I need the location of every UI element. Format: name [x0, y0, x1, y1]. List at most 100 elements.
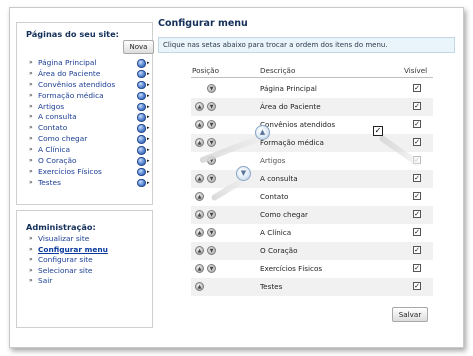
visible-checkbox[interactable]: ✓	[413, 192, 421, 200]
table-row: ▲ ▼ A Clínica ✓	[191, 224, 433, 242]
move-up-icon[interactable]: ▲	[195, 120, 204, 129]
admin-link[interactable]: Configurar site	[38, 255, 93, 266]
menu-arrow-icon[interactable]: ▸	[147, 145, 150, 156]
new-page-button[interactable]: Nova	[123, 40, 154, 54]
menu-arrow-icon[interactable]: ▸	[147, 91, 150, 102]
visible-checkbox[interactable]: ✓	[413, 210, 421, 218]
visible-checkbox[interactable]: ✓	[413, 246, 421, 254]
page-list-item[interactable]: » Formação médica ▸	[29, 91, 150, 102]
page-link[interactable]: Contato	[38, 123, 67, 134]
menu-arrow-icon[interactable]: ▸	[147, 80, 150, 91]
row-description: Testes	[260, 282, 283, 291]
menu-arrow-icon[interactable]: ▸	[147, 69, 150, 80]
page-link[interactable]: Página Principal	[38, 58, 96, 69]
move-down-icon[interactable]: ▼	[207, 84, 216, 93]
move-up-icon[interactable]: ▲	[195, 264, 204, 273]
admin-link[interactable]: Selecionar site	[38, 266, 92, 277]
page-link[interactable]: Convênios atendidos	[38, 80, 115, 91]
visible-checkbox[interactable]: ✓	[413, 264, 421, 272]
page-link[interactable]: A consulta	[38, 112, 77, 123]
bullet-icon: »	[29, 245, 33, 253]
page-list-item[interactable]: » Página Principal ▸	[29, 58, 150, 69]
page-title: Configurar menu	[158, 18, 248, 29]
menu-arrow-icon[interactable]: ▸	[147, 134, 150, 145]
visible-checkbox[interactable]: ✓	[413, 174, 421, 182]
globe-icon[interactable]	[137, 167, 146, 177]
menu-arrow-icon[interactable]: ▸	[147, 123, 150, 134]
admin-link-active[interactable]: Configurar menu	[38, 245, 108, 256]
globe-icon[interactable]	[137, 124, 146, 133]
move-up-icon[interactable]: ▲	[195, 192, 204, 201]
page-link[interactable]: Formação médica	[38, 91, 104, 102]
move-up-icon[interactable]: ▲	[195, 102, 204, 111]
page-list-item[interactable]: » Área do Paciente ▸	[29, 69, 150, 80]
move-down-icon[interactable]: ▼	[207, 174, 216, 183]
page-link[interactable]: Como chegar	[38, 134, 87, 145]
bullet-icon: »	[29, 102, 33, 110]
page-link[interactable]: Artigos	[38, 102, 64, 113]
menu-arrow-icon[interactable]: ▸	[147, 102, 150, 113]
move-down-icon[interactable]: ▼	[207, 120, 216, 129]
globe-icon[interactable]	[137, 113, 146, 122]
table-row: ▲ ▼ Área do Paciente ✓	[191, 98, 433, 116]
move-down-icon[interactable]: ▼	[207, 102, 216, 111]
page-list-item[interactable]: » Exercícios Físicos ▸	[29, 167, 150, 178]
move-up-icon[interactable]: ▲	[195, 174, 204, 183]
move-up-icon[interactable]: ▲	[195, 246, 204, 255]
globe-icon[interactable]	[137, 135, 146, 144]
move-down-icon[interactable]: ▼	[207, 264, 216, 273]
move-down-icon[interactable]: ▼	[207, 210, 216, 219]
admin-link[interactable]: Sair	[38, 276, 52, 287]
move-up-icon[interactable]: ▲	[195, 228, 204, 237]
globe-icon[interactable]	[137, 69, 146, 79]
page-link[interactable]: O Coração	[38, 156, 77, 167]
page-list-item[interactable]: » Testes ▸	[29, 178, 150, 189]
globe-icon[interactable]	[137, 146, 146, 155]
table-row: ▲ ▼ Convênios atendidos ✓	[191, 116, 433, 134]
globe-icon[interactable]	[137, 91, 146, 101]
page-list: » Página Principal ▸ » Área do Paciente ▸ » C…	[29, 58, 150, 189]
visible-checkbox[interactable]: ✓	[413, 120, 421, 128]
menu-arrow-icon[interactable]: ▸	[147, 156, 150, 167]
visible-checkbox[interactable]: ✓	[413, 138, 421, 146]
move-down-icon[interactable]: ▼	[207, 138, 216, 147]
menu-arrow-icon[interactable]: ▸	[147, 167, 150, 178]
globe-icon[interactable]	[137, 80, 146, 90]
move-down-icon[interactable]: ▼	[207, 246, 216, 255]
move-up-icon[interactable]: ▲	[195, 210, 204, 219]
bullet-icon: »	[29, 124, 33, 132]
move-up-icon[interactable]: ▲	[195, 282, 204, 291]
row-description: O Coração	[260, 246, 298, 255]
globe-icon[interactable]	[137, 178, 146, 188]
row-description: Área do Paciente	[260, 102, 321, 111]
page-list-item[interactable]: » Artigos ▸	[29, 102, 150, 113]
page-link[interactable]: Testes	[38, 178, 61, 189]
page-list-item[interactable]: » Contato ▸	[29, 123, 150, 134]
move-up-icon[interactable]: ▲	[195, 138, 204, 147]
move-down-icon[interactable]: ▼	[207, 228, 216, 237]
menu-arrow-icon[interactable]: ▸	[147, 178, 150, 189]
page-list-item[interactable]: » Como chegar ▸	[29, 134, 150, 145]
visible-checkbox[interactable]: ✓	[413, 282, 421, 290]
visible-checkbox[interactable]: ✓	[413, 102, 421, 110]
visible-checkbox[interactable]: ✓	[413, 84, 421, 92]
page-link[interactable]: A Clínica	[38, 145, 70, 156]
globe-icon[interactable]	[137, 102, 146, 112]
row-description: Convênios atendidos	[260, 120, 336, 129]
column-header-position: Posição	[192, 66, 219, 75]
page-link[interactable]: Área do Paciente	[38, 69, 100, 80]
menu-arrow-icon[interactable]: ▸	[147, 58, 150, 69]
page-list-item[interactable]: » A Clínica ▸	[29, 145, 150, 156]
admin-link[interactable]: Visualizar site	[38, 234, 89, 245]
page-link[interactable]: Exercícios Físicos	[38, 167, 102, 178]
globe-icon[interactable]	[137, 157, 146, 166]
menu-arrow-icon[interactable]: ▸	[147, 112, 150, 123]
globe-icon[interactable]	[137, 59, 146, 68]
page-list-item[interactable]: » A consulta ▸	[29, 112, 150, 123]
move-up-hint-icon: ▲	[255, 125, 270, 140]
page-list-item[interactable]: » Convênios atendidos ▸	[29, 80, 150, 91]
save-button[interactable]: Salvar	[392, 307, 428, 322]
visible-checkbox[interactable]: ✓	[413, 228, 421, 236]
row-description: Artigos	[260, 156, 286, 165]
page-list-item[interactable]: » O Coração ▸	[29, 156, 150, 167]
